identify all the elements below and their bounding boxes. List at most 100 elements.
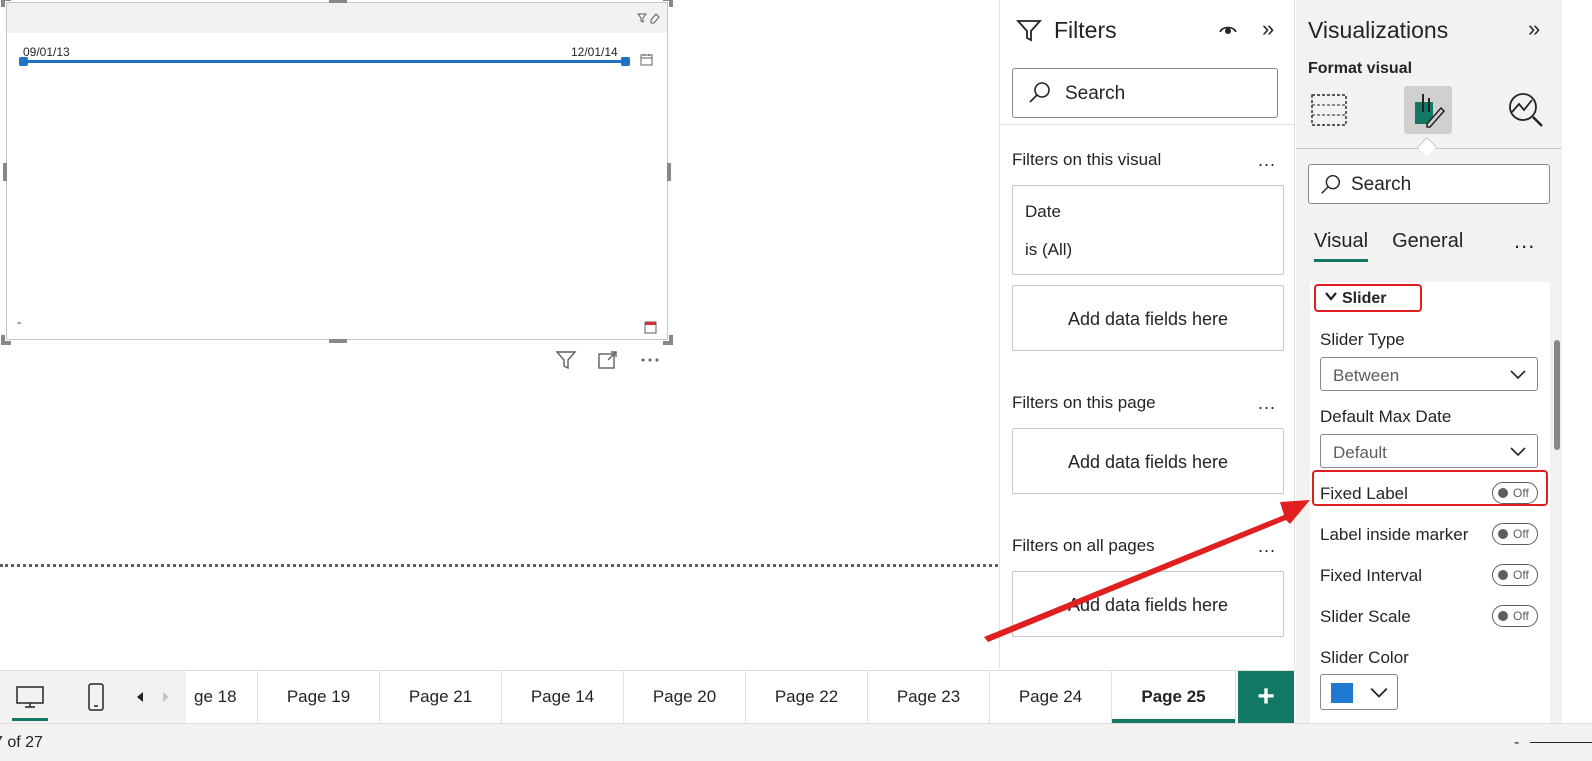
resize-handle[interactable] (3, 163, 7, 181)
dropzone-label: Add data fields here (1067, 309, 1229, 329)
toggle-state: Off (1513, 568, 1529, 582)
filters-search-input[interactable]: Search (1012, 68, 1278, 118)
resize-handle[interactable] (329, 339, 347, 343)
toggle-knob (1498, 611, 1508, 621)
resize-handle[interactable] (667, 163, 671, 181)
fixed-label-label: Fixed Label (1320, 484, 1408, 503)
filters-title: Filters (1054, 17, 1117, 43)
section-more-button[interactable]: ... (1258, 393, 1276, 414)
more-options-icon[interactable] (638, 348, 662, 372)
toggle-state: Off (1513, 486, 1529, 500)
slider-type-label: Slider Type (1320, 330, 1405, 349)
fixed-label-toggle[interactable]: Off (1492, 482, 1538, 504)
resize-handle[interactable] (669, 0, 673, 7)
page-tab-20[interactable]: Page 20 (624, 671, 746, 723)
toggle-state: Off (1513, 527, 1529, 541)
collapse-up-icon[interactable]: ⌃ (15, 321, 23, 332)
page-tab-22[interactable]: Page 22 (746, 671, 868, 723)
page-count: 7 of 27 (0, 734, 43, 751)
dropzone-label: Add data fields here (1067, 452, 1229, 472)
resize-handle[interactable] (1, 335, 5, 345)
slider-type-select[interactable]: Between (1320, 357, 1538, 391)
collapse-filters-icon[interactable]: » (1262, 16, 1274, 42)
clear-filter-icon[interactable] (637, 12, 661, 27)
page-tab-18[interactable]: ge 18 (186, 671, 258, 723)
default-max-date-select[interactable]: Default (1320, 434, 1538, 468)
slider-scale-toggle[interactable]: Off (1492, 605, 1538, 627)
filter-icon[interactable] (554, 348, 578, 372)
slider-color-picker[interactable] (1320, 674, 1398, 710)
analytics-icon[interactable] (1502, 86, 1550, 134)
filter-condition: is (All) (1025, 240, 1073, 259)
page-tab-14[interactable]: Page 14 (502, 671, 624, 723)
tab-visual[interactable]: Visual (1314, 230, 1369, 262)
filter-field-name: Date (1025, 202, 1061, 221)
add-fields-all-pages-dropzone[interactable]: Add data fields here (1012, 571, 1284, 637)
page-tab-bar: ge 18 Page 19 Page 21 Page 14 Page 20 Pa… (0, 670, 1296, 723)
page-tab-19[interactable]: Page 19 (258, 671, 380, 723)
resize-handle[interactable] (1, 0, 5, 7)
date-slicer-visual[interactable]: 09/01/13 12/01/14 ⌃ (1, 0, 673, 345)
scrollbar-thumb[interactable] (1554, 340, 1560, 450)
filters-pane: Filters » Search Filters on this visual … (999, 0, 1295, 668)
color-swatch (1331, 683, 1353, 703)
section-filters-all-pages: Filters on all pages (1012, 536, 1155, 555)
section-filters-page: Filters on this page (1012, 393, 1156, 412)
slider-end-handle[interactable] (621, 57, 630, 66)
resize-handle[interactable] (329, 0, 347, 3)
format-visual-subtitle: Format visual (1308, 60, 1413, 77)
section-more-button[interactable]: ... (1258, 536, 1276, 557)
calendar-icon[interactable] (640, 53, 653, 66)
chevron-down-icon (1324, 289, 1338, 308)
funnel-icon (1016, 20, 1042, 42)
chevron-down-icon (1510, 370, 1526, 380)
slider-start-handle[interactable] (19, 57, 28, 66)
collapse-visualizations-icon[interactable]: » (1528, 16, 1540, 42)
search-icon (1029, 82, 1050, 103)
desktop-view-icon[interactable] (12, 679, 48, 721)
page-tab-21[interactable]: Page 21 (380, 671, 502, 723)
page-tab-25[interactable]: Page 25 (1112, 671, 1236, 723)
add-fields-page-dropzone[interactable]: Add data fields here (1012, 428, 1284, 494)
zoom-slider[interactable] (1530, 742, 1592, 743)
date-filter-card[interactable]: Date is (All) (1012, 185, 1284, 275)
label-inside-marker-toggle[interactable]: Off (1492, 523, 1538, 545)
toggle-knob (1498, 570, 1508, 580)
toggle-knob (1498, 488, 1508, 498)
add-page-button[interactable]: + (1238, 671, 1294, 723)
page-tab-23[interactable]: Page 23 (868, 671, 990, 723)
report-canvas: 09/01/13 12/01/14 ⌃ (0, 0, 1000, 680)
add-fields-visual-dropzone[interactable]: Add data fields here (1012, 285, 1284, 351)
tab-pointer (1417, 137, 1437, 157)
build-visual-icon[interactable] (1306, 86, 1354, 134)
section-filters-visual: Filters on this visual (1012, 150, 1162, 169)
fixed-interval-label: Fixed Interval (1320, 566, 1423, 585)
default-max-date-label: Default Max Date (1320, 407, 1452, 426)
properties-scrollbar[interactable] (1552, 282, 1562, 723)
focus-mode-icon[interactable] (596, 348, 620, 372)
visual-toolbar (554, 348, 662, 372)
zoom-out-button[interactable]: - (1514, 734, 1519, 752)
chevron-down-icon (1510, 447, 1526, 457)
label-inside-marker-label: Label inside marker (1320, 525, 1469, 544)
view-tools (0, 671, 186, 723)
slider-section-header[interactable]: Slider (1314, 284, 1422, 312)
format-visual-icon[interactable] (1404, 86, 1452, 134)
search-icon (1321, 174, 1341, 194)
slider-type-value: Between (1333, 366, 1400, 385)
tab-general[interactable]: General (1392, 230, 1463, 262)
section-more-button[interactable]: ... (1258, 150, 1276, 171)
status-bar: 7 of 27 - (0, 723, 1592, 761)
fixed-interval-toggle[interactable]: Off (1492, 564, 1538, 586)
slider-track[interactable] (23, 60, 627, 63)
resize-handle[interactable] (669, 335, 673, 345)
scroll-right-icon[interactable] (156, 679, 176, 715)
page-tab-24[interactable]: Page 24 (990, 671, 1112, 723)
tabs-more-button[interactable]: ... (1514, 228, 1535, 254)
slider-section-title: Slider (1342, 290, 1387, 307)
scroll-left-icon[interactable] (122, 679, 158, 715)
mobile-view-icon[interactable] (78, 679, 114, 715)
viz-search-input[interactable]: Search (1308, 164, 1550, 204)
eye-icon[interactable] (1218, 20, 1238, 38)
format-properties: Slider Slider Type Between Default Max D… (1310, 282, 1550, 723)
